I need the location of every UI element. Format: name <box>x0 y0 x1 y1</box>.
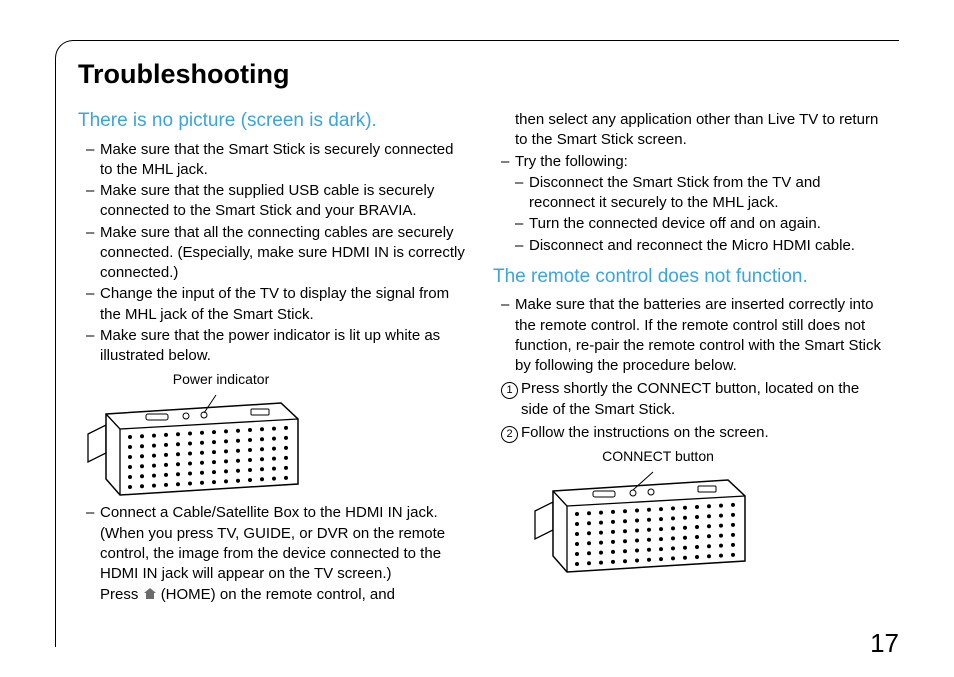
dash-icon: – <box>86 181 100 222</box>
list-item: – Change the input of the TV to display … <box>86 284 468 325</box>
step-1: 1 Press shortly the CONNECT button, loca… <box>501 379 883 420</box>
dash-icon: – <box>501 152 515 172</box>
step-2: 2 Follow the instructions on the screen. <box>501 423 883 443</box>
dash-icon: – <box>86 326 100 367</box>
figure-label: Power indicator <box>116 370 326 389</box>
list-item: – Make sure that the power indicator is … <box>86 326 468 367</box>
dash-icon: – <box>86 223 100 284</box>
circled-1-icon: 1 <box>501 382 518 399</box>
continuation-text: then select any application other than L… <box>515 110 883 151</box>
topic-remote: The remote control does not function. <box>493 264 883 290</box>
dash-icon: – <box>86 284 100 325</box>
list-item: – Disconnect and reconnect the Micro HDM… <box>515 236 883 256</box>
figure-label: CONNECT button <box>553 447 763 466</box>
figure-connect-button: CONNECT button <box>533 447 883 576</box>
list-item: – Connect a Cable/Satellite Box to the H… <box>86 503 468 584</box>
dash-icon: – <box>515 236 529 256</box>
list-item: – Turn the connected device off and on a… <box>515 214 883 234</box>
page-number: 17 <box>870 628 899 659</box>
list-item: – Disconnect the Smart Stick from the TV… <box>515 173 883 214</box>
dash-icon: – <box>501 295 515 376</box>
list-item: – Try the following: <box>501 152 883 172</box>
list-item: – Make sure that the Smart Stick is secu… <box>86 140 468 181</box>
dash-icon: – <box>515 214 529 234</box>
topic-no-picture: There is no picture (screen is dark). <box>78 108 468 134</box>
right-column: then select any application other than L… <box>493 100 883 606</box>
smart-stick-illustration <box>86 389 311 499</box>
list-item: – Make sure that all the connecting cabl… <box>86 223 468 284</box>
dash-icon: – <box>515 173 529 214</box>
dash-icon: – <box>86 503 100 584</box>
figure-power-indicator: Power indicator <box>86 370 468 499</box>
section-title: Troubleshooting <box>78 59 899 90</box>
list-item: – Make sure that the supplied USB cable … <box>86 181 468 222</box>
home-icon <box>143 587 157 600</box>
list-item: – Make sure that the batteries are inser… <box>501 295 883 376</box>
smart-stick-illustration <box>533 466 758 576</box>
circled-2-icon: 2 <box>501 426 518 443</box>
press-home-line: Press (HOME) on the remote control, and <box>100 585 468 605</box>
dash-icon: – <box>86 140 100 181</box>
left-column: There is no picture (screen is dark). – … <box>78 100 468 606</box>
